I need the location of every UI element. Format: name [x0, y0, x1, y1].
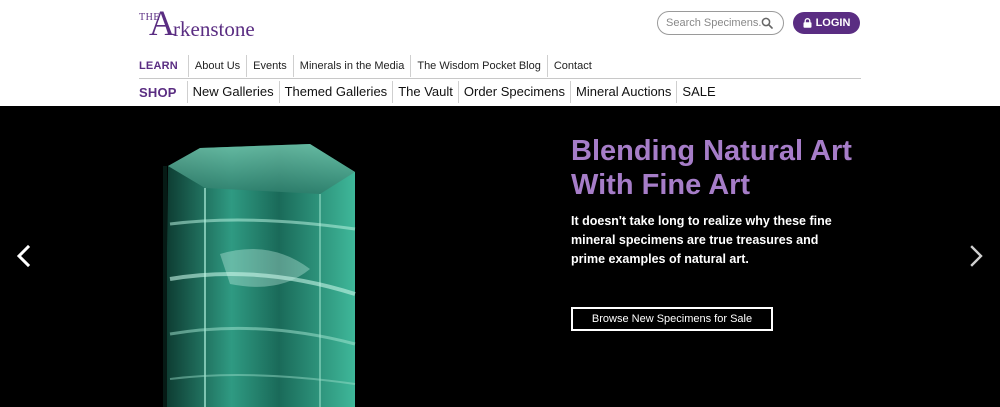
- search-box: [657, 11, 784, 35]
- login-button[interactable]: LOGIN: [793, 12, 860, 34]
- hero-title: Blending Natural Art With Fine Art: [571, 135, 852, 201]
- nav-about-us[interactable]: About Us: [187, 55, 246, 77]
- nav-new-galleries[interactable]: New Galleries: [186, 81, 279, 103]
- login-label: LOGIN: [815, 17, 851, 29]
- nav-divider: [139, 78, 861, 79]
- search-icon[interactable]: [761, 17, 773, 29]
- hero-banner: Blending Natural Art With Fine Art It do…: [0, 106, 1000, 407]
- logo-wordmark: rkenstone: [173, 17, 255, 41]
- nav-themed-galleries[interactable]: Themed Galleries: [278, 81, 393, 103]
- shop-heading: SHOP: [139, 84, 177, 100]
- logo-initial: A: [149, 3, 175, 43]
- nav-contact[interactable]: Contact: [546, 55, 598, 77]
- arkenstone-logo[interactable]: THE A rkenstone: [139, 3, 269, 44]
- nav-events[interactable]: Events: [246, 55, 293, 77]
- chevron-left-icon[interactable]: [14, 244, 34, 268]
- search-input[interactable]: [666, 15, 762, 31]
- nav-wisdom-pocket-blog[interactable]: The Wisdom Pocket Blog: [410, 55, 547, 77]
- shop-nav: SHOP New Galleries Themed Galleries The …: [139, 81, 721, 103]
- chevron-right-icon[interactable]: [966, 244, 986, 268]
- aquamarine-crystal-image: [163, 144, 356, 407]
- learn-heading: LEARN: [139, 60, 178, 72]
- nav-mineral-auctions[interactable]: Mineral Auctions: [570, 81, 676, 103]
- hero-description: It doesn't take long to realize why thes…: [571, 214, 832, 266]
- lock-icon: [803, 18, 812, 28]
- nav-sale[interactable]: SALE: [676, 81, 720, 103]
- nav-the-vault[interactable]: The Vault: [392, 81, 458, 103]
- browse-specimens-button[interactable]: Browse New Specimens for Sale: [571, 307, 773, 331]
- site-header: THE A rkenstone LOGIN LEARN About Us Eve…: [0, 0, 1000, 106]
- nav-order-specimens[interactable]: Order Specimens: [457, 81, 570, 103]
- nav-minerals-in-the-media[interactable]: Minerals in the Media: [292, 55, 411, 77]
- learn-nav: LEARN About Us Events Minerals in the Me…: [139, 55, 598, 77]
